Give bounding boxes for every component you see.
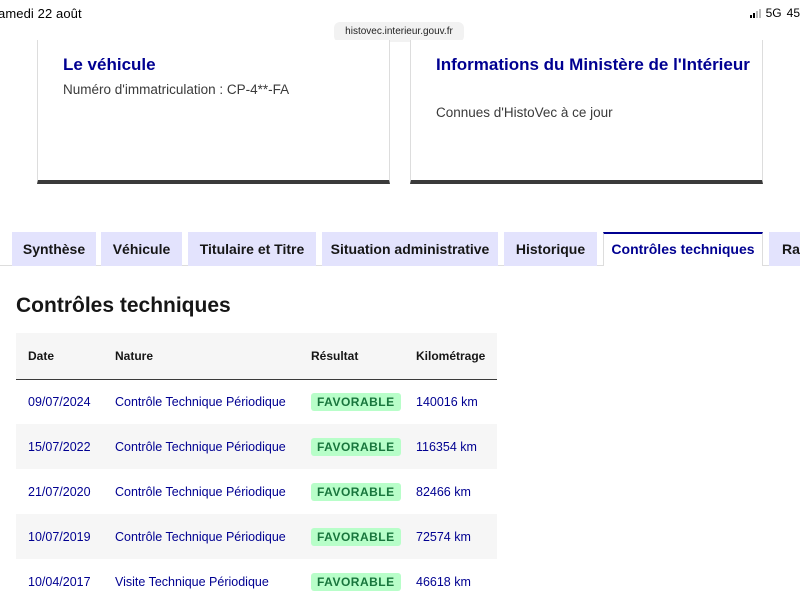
tab-titulaire-titre[interactable]: Titulaire et Titre	[188, 232, 316, 266]
cell-mileage: 72574 km	[416, 529, 471, 544]
cell-mileage: 140016 km	[416, 394, 478, 409]
tab-bar: Synthèse Véhicule Titulaire et Titre Sit…	[0, 232, 800, 267]
vehicle-card-title[interactable]: Le véhicule	[63, 53, 383, 76]
result-badge: FAVORABLE	[311, 482, 401, 501]
cell-nature: Contrôle Technique Périodique	[115, 394, 286, 409]
column-header-mileage: Kilométrage	[416, 348, 486, 363]
cell-date: 21/07/2020	[28, 484, 91, 499]
result-badge: FAVORABLE	[311, 392, 401, 411]
result-badge: FAVORABLE	[311, 527, 401, 546]
result-badge: FAVORABLE	[311, 572, 401, 591]
technical-inspections-table: Date Nature Résultat Kilométrage 09/07/2…	[16, 333, 497, 604]
column-header-nature: Nature	[115, 348, 154, 363]
cell-date: 10/07/2019	[28, 529, 91, 544]
tab-rapport[interactable]: Rap	[769, 232, 800, 266]
signal-icon	[749, 8, 761, 18]
cell-date: 09/07/2024	[28, 394, 91, 409]
cell-mileage: 116354 km	[416, 439, 477, 454]
tab-synthese[interactable]: Synthèse	[12, 232, 96, 266]
vehicle-card-description: Numéro d'immatriculation : CP-4**-FA	[63, 82, 290, 97]
cell-nature: Contrôle Technique Périodique	[115, 484, 286, 499]
ministry-card-title[interactable]: Informations du Ministère de l'Intérieur	[436, 53, 756, 76]
table-row: 10/04/2017 Visite Technique Périodique F…	[16, 559, 497, 604]
ministry-card: Informations du Ministère de l'Intérieur…	[410, 40, 763, 184]
cell-result: FAVORABLE	[299, 424, 404, 469]
tab-controles-techniques[interactable]: Contrôles techniques	[603, 232, 763, 267]
ministry-card-description: Connues d'HistoVec à ce jour	[436, 105, 613, 120]
cell-nature: Contrôle Technique Périodique	[115, 439, 286, 454]
cell-result: FAVORABLE	[299, 469, 404, 514]
cell-nature: Contrôle Technique Périodique	[115, 529, 286, 544]
battery-label: 45	[786, 6, 800, 20]
column-header-date: Date	[28, 348, 55, 363]
tab-situation-administrative[interactable]: Situation administrative	[322, 232, 498, 266]
tab-historique[interactable]: Historique	[504, 232, 597, 266]
cell-mileage: 82466 km	[416, 484, 471, 499]
cell-nature: Visite Technique Périodique	[115, 574, 269, 589]
cell-result: FAVORABLE	[299, 514, 404, 559]
network-label: 5G	[765, 6, 782, 20]
cell-result: FAVORABLE	[299, 379, 404, 424]
cell-result: FAVORABLE	[299, 559, 404, 604]
vehicle-card: Le véhicule Numéro d'immatriculation : C…	[37, 40, 390, 184]
column-header-result: Résultat	[311, 348, 359, 363]
table-row: 10/07/2019 Contrôle Technique Périodique…	[16, 514, 497, 559]
table-header-row: Date Nature Résultat Kilométrage	[16, 333, 497, 379]
cell-date: 15/07/2022	[28, 439, 91, 454]
status-date: amedi 22 août	[0, 6, 82, 21]
url-bar[interactable]: histovec.interieur.gouv.fr	[334, 22, 464, 42]
result-badge: FAVORABLE	[311, 437, 401, 456]
section-title: Contrôles techniques	[16, 294, 231, 317]
table-row: 15/07/2022 Contrôle Technique Périodique…	[16, 424, 497, 469]
tab-vehicule[interactable]: Véhicule	[101, 232, 182, 266]
table-row: 21/07/2020 Contrôle Technique Périodique…	[16, 469, 497, 514]
cell-date: 10/04/2017	[28, 574, 91, 589]
status-indicators: 5G 45	[749, 6, 800, 20]
cell-mileage: 46618 km	[416, 574, 471, 589]
table-row: 09/07/2024 Contrôle Technique Périodique…	[16, 379, 497, 424]
